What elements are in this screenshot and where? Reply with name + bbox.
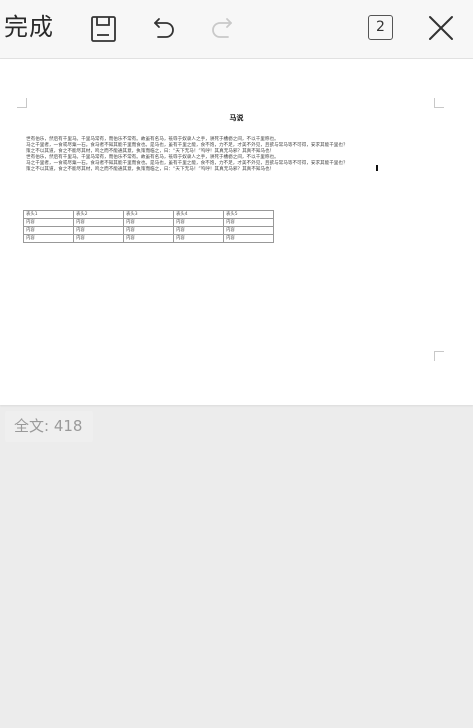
paragraph: 策之不以其道，食之不能尽其材，鸣之而不能通其意，执策而临之，曰：“天下无马！”呜… [26,167,275,173]
table-cell: 内容 [123,218,174,227]
document-title: 马说 [229,114,244,122]
undo-icon[interactable] [149,14,179,44]
table-cell: 内容 [23,234,74,243]
table-cell: 内容 [223,226,274,235]
table-header-cell: 表头1 [23,210,74,219]
document-page[interactable]: 马说 世有伯乐，然后有千里马。千里马常有，而伯乐不常有。故虽有名马，祗辱于奴隶人… [0,59,473,442]
table-header-row: 表头1 表头2 表头3 表头4 表头5 [23,210,274,219]
redo-icon[interactable] [207,14,237,44]
done-button[interactable]: 完成 [4,11,54,43]
crop-mark [17,98,27,108]
table-row: 内容 内容 内容 内容 内容 [23,218,274,227]
table-cell: 内容 [223,218,274,227]
save-icon[interactable] [89,14,119,44]
table-cell: 内容 [173,234,224,243]
table-cell: 内容 [73,218,124,227]
top-toolbar: 完成 2 [0,0,473,59]
table-cell: 内容 [23,218,74,227]
table-cell: 内容 [73,234,124,243]
table-cell: 内容 [123,226,174,235]
table-row: 内容 内容 内容 内容 内容 [23,226,274,235]
table-header-cell: 表头3 [123,210,174,219]
table-cell: 内容 [173,226,224,235]
table-header-cell: 表头2 [73,210,124,219]
table-header-cell: 表头5 [223,210,274,219]
page-count-button[interactable]: 2 [368,15,393,40]
word-count-badge: 全文: 418 [5,411,93,442]
crop-mark [434,351,444,361]
table-cell: 内容 [123,234,174,243]
text-cursor [376,165,378,171]
table-cell: 内容 [173,218,224,227]
table-cell: 内容 [223,234,274,243]
table-row: 内容 内容 内容 内容 内容 [23,234,274,243]
document-body[interactable]: 世有伯乐，然后有千里马。千里马常有，而伯乐不常有。故虽有名马，祗辱于奴隶人之手，… [26,137,444,174]
table-cell: 内容 [23,226,74,235]
close-icon[interactable] [426,13,456,43]
crop-mark [434,98,444,108]
document-table[interactable]: 表头1 表头2 表头3 表头4 表头5 内容 内容 内容 内容 内容 内容 内容… [23,210,274,243]
table-header-cell: 表头4 [173,210,224,219]
table-cell: 内容 [73,226,124,235]
